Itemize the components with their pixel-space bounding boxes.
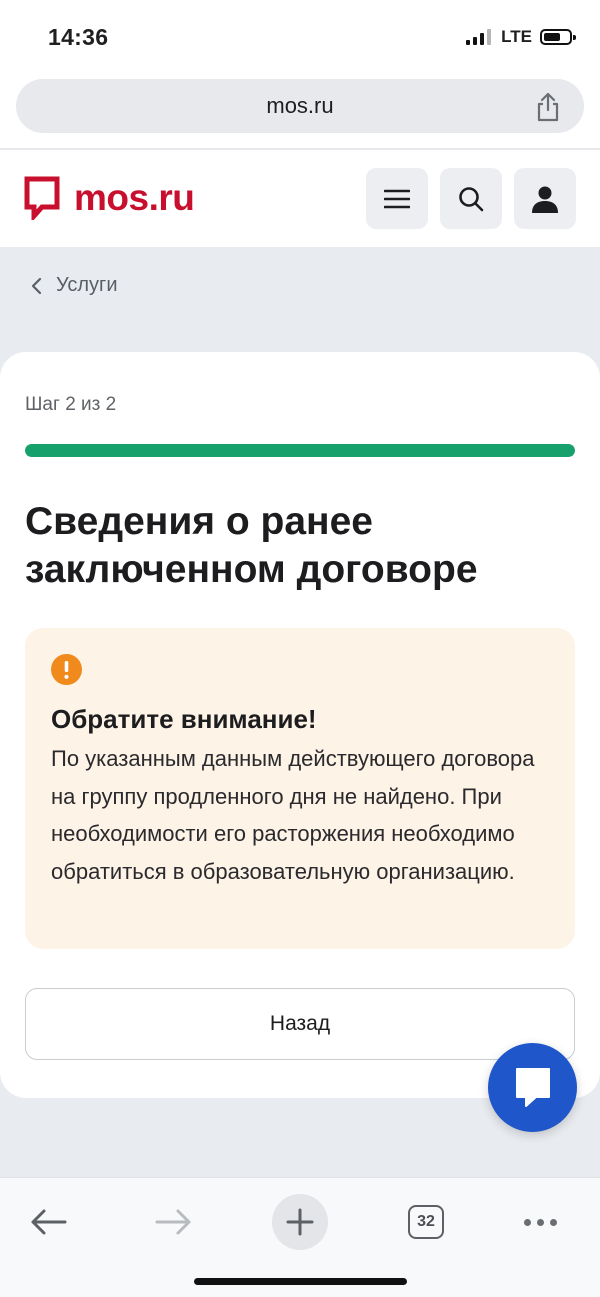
plus-icon xyxy=(286,1208,314,1236)
alert-title: Обратите внимание! xyxy=(51,704,317,734)
alert-box: Обратите внимание! По указанным данным д… xyxy=(25,628,575,949)
status-time: 14:36 xyxy=(48,24,109,50)
home-indicator xyxy=(194,1278,407,1285)
breadcrumb[interactable]: Услуги xyxy=(30,274,118,297)
chevron-left-icon xyxy=(31,277,42,294)
chat-icon xyxy=(515,1067,550,1107)
form-card: Шаг 2 из 2 Сведения о ранее заключенном … xyxy=(0,352,600,1098)
logo-text: mos.ru xyxy=(74,177,195,218)
tabs-icon: 32 xyxy=(408,1205,444,1239)
url-text[interactable]: mos.ru xyxy=(16,93,584,119)
logo-mark-icon xyxy=(24,176,60,220)
progress-fill xyxy=(25,444,575,457)
back-arrow-icon xyxy=(31,1209,67,1235)
back-button[interactable]: Назад xyxy=(25,988,575,1060)
progress-bar xyxy=(25,444,575,457)
share-icon[interactable] xyxy=(534,91,562,123)
breadcrumb-label[interactable]: Услуги xyxy=(56,274,118,297)
back-nav-button[interactable] xyxy=(20,1194,76,1250)
tabs-button[interactable]: 32 xyxy=(398,1194,454,1250)
menu-icon xyxy=(384,189,410,208)
forward-arrow-icon xyxy=(155,1209,191,1235)
forward-nav-button[interactable] xyxy=(146,1194,202,1250)
browser-address-area: mos.ru xyxy=(0,76,600,149)
exclamation-icon xyxy=(51,654,82,685)
signal-icon xyxy=(466,29,492,45)
user-icon xyxy=(532,186,558,213)
address-bar[interactable]: mos.ru xyxy=(16,79,584,133)
status-indicators: LTE xyxy=(466,27,576,47)
network-label: LTE xyxy=(501,27,532,46)
battery-icon xyxy=(540,29,576,45)
more-button[interactable] xyxy=(510,1194,570,1250)
search-button[interactable] xyxy=(440,168,502,229)
chat-button[interactable] xyxy=(488,1043,577,1132)
step-indicator: Шаг 2 из 2 xyxy=(25,394,117,415)
alert-text: По указанным данным действующего договор… xyxy=(51,746,535,884)
search-icon xyxy=(459,186,484,211)
status-bar: 14:36 LTE xyxy=(0,0,600,76)
site-logo[interactable]: mos.ru xyxy=(24,176,195,220)
more-icon xyxy=(523,1218,557,1226)
profile-button[interactable] xyxy=(514,168,576,229)
site-header: mos.ru xyxy=(0,150,600,247)
new-tab-button[interactable] xyxy=(272,1194,328,1250)
menu-button[interactable] xyxy=(366,168,428,229)
page-title: Сведения о ранее заключенном договоре xyxy=(25,500,478,591)
